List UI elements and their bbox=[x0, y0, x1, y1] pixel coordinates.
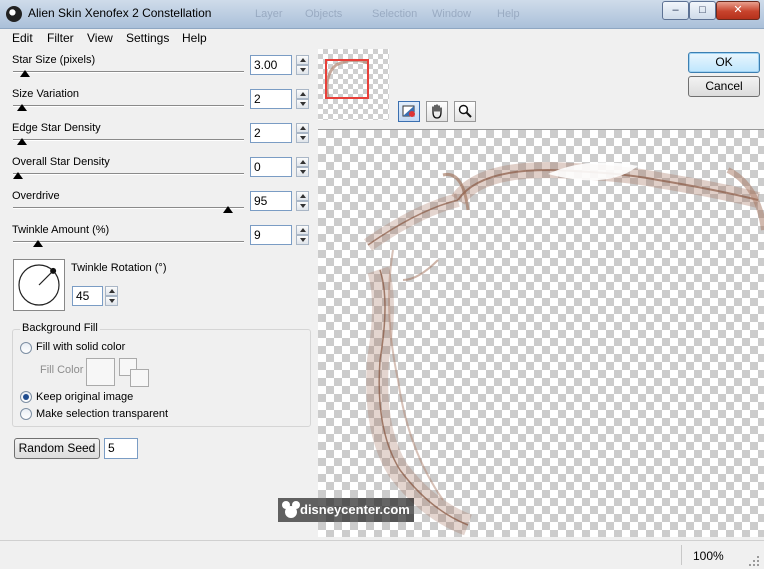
window-title: Alien Skin Xenofex 2 Constellation bbox=[28, 6, 212, 20]
spin-up-icon[interactable] bbox=[296, 191, 309, 201]
spin-down-icon[interactable] bbox=[296, 201, 309, 211]
twinkle-rotation-dial[interactable] bbox=[13, 259, 65, 311]
close-icon: ✕ bbox=[733, 4, 743, 16]
background-fill-title: Background Fill bbox=[20, 322, 100, 334]
title-bar: Alien Skin Xenofex 2 Constellation Layer… bbox=[0, 0, 764, 29]
zoom-level: 100% bbox=[693, 549, 724, 563]
menu-bar: Edit Filter View Settings Help bbox=[0, 29, 764, 48]
mickey-logo-icon bbox=[282, 501, 300, 518]
overall-star-density-label: Overall Star Density bbox=[12, 156, 110, 168]
make-transparent-radio[interactable] bbox=[20, 408, 32, 420]
status-separator bbox=[681, 545, 682, 565]
ok-button[interactable]: OK bbox=[688, 52, 760, 73]
star-size-slider-track[interactable] bbox=[13, 71, 244, 73]
menu-filter[interactable]: Filter bbox=[47, 31, 74, 45]
spin-up-icon[interactable] bbox=[296, 157, 309, 167]
spin-up-icon[interactable] bbox=[296, 225, 309, 235]
ghost-menu-item: Layer bbox=[255, 8, 283, 20]
overdrive-slider-track[interactable] bbox=[13, 207, 244, 209]
status-bar: 100% bbox=[0, 540, 764, 569]
menu-settings[interactable]: Settings bbox=[126, 31, 169, 45]
zoom-tool-button[interactable] bbox=[454, 101, 476, 122]
navigator-selection[interactable] bbox=[325, 59, 369, 99]
preview-canvas[interactable] bbox=[318, 129, 764, 537]
spin-down-icon[interactable] bbox=[296, 235, 309, 245]
spin-down-icon[interactable] bbox=[296, 99, 309, 109]
ghost-menu-item: Selection bbox=[372, 8, 418, 20]
edge-star-density-slider-thumb[interactable] bbox=[17, 138, 28, 145]
hand-tool-button[interactable] bbox=[426, 101, 448, 122]
resize-grip-icon[interactable] bbox=[748, 555, 760, 567]
make-transparent-label[interactable]: Make selection transparent bbox=[36, 408, 168, 420]
keep-original-label[interactable]: Keep original image bbox=[36, 391, 133, 403]
star-size-input[interactable]: 3.00 bbox=[250, 55, 292, 75]
close-button[interactable]: ✕ bbox=[716, 1, 760, 20]
spin-up-icon[interactable] bbox=[105, 286, 118, 296]
star-size-label: Star Size (pixels) bbox=[12, 54, 96, 66]
maximize-button[interactable]: □ bbox=[689, 1, 716, 20]
overall-star-density-slider-thumb[interactable] bbox=[13, 172, 23, 179]
constellation-effect-image bbox=[363, 161, 764, 536]
overdrive-label: Overdrive bbox=[12, 190, 60, 202]
app-icon bbox=[6, 6, 22, 22]
overdrive-slider-thumb[interactable] bbox=[222, 206, 233, 213]
watermark-text: disneycenter.com bbox=[300, 502, 410, 517]
menu-help[interactable]: Help bbox=[182, 31, 207, 45]
twinkle-amount-slider-track[interactable] bbox=[13, 241, 244, 243]
size-variation-label: Size Variation bbox=[12, 88, 80, 100]
edge-star-density-spinner[interactable] bbox=[296, 123, 309, 143]
fill-color-tertiary-swatch[interactable] bbox=[130, 369, 149, 387]
edge-star-density-input[interactable]: 2 bbox=[250, 123, 292, 143]
twinkle-amount-input[interactable]: 9 bbox=[250, 225, 292, 245]
ghost-menu-item: Help bbox=[497, 8, 520, 20]
star-size-spinner[interactable] bbox=[296, 55, 309, 75]
edge-star-density-slider-track[interactable] bbox=[13, 139, 244, 141]
overall-star-density-input[interactable]: 0 bbox=[250, 157, 292, 177]
spin-up-icon[interactable] bbox=[296, 55, 309, 65]
twinkle-amount-spinner[interactable] bbox=[296, 225, 309, 245]
ghost-menu-item: Window bbox=[432, 8, 472, 20]
spin-down-icon[interactable] bbox=[296, 65, 309, 75]
fill-solid-color-radio[interactable] bbox=[20, 342, 32, 354]
overall-star-density-spinner[interactable] bbox=[296, 157, 309, 177]
size-variation-spinner[interactable] bbox=[296, 89, 309, 109]
overdrive-spinner[interactable] bbox=[296, 191, 309, 211]
keep-original-radio[interactable] bbox=[20, 391, 32, 403]
zoom-icon bbox=[458, 104, 472, 118]
twinkle-rotation-input[interactable]: 45 bbox=[72, 286, 103, 306]
size-variation-slider-thumb[interactable] bbox=[17, 104, 28, 111]
fill-color-label: Fill Color bbox=[40, 364, 84, 376]
spin-down-icon[interactable] bbox=[296, 133, 309, 143]
star-size-slider-thumb[interactable] bbox=[19, 70, 30, 77]
twinkle-amount-label: Twinkle Amount (%) bbox=[12, 224, 110, 236]
maximize-icon: □ bbox=[699, 4, 706, 16]
fill-solid-color-label[interactable]: Fill with solid color bbox=[36, 341, 125, 353]
edge-star-density-label: Edge Star Density bbox=[12, 122, 101, 134]
twinkle-rotation-label: Twinkle Rotation (°) bbox=[71, 262, 167, 274]
ghost-menu-item: Objects bbox=[305, 8, 343, 20]
minimize-icon: ‒ bbox=[672, 4, 679, 16]
hand-icon bbox=[432, 104, 442, 119]
compare-icon bbox=[402, 105, 415, 117]
random-seed-button[interactable]: Random Seed bbox=[14, 438, 100, 459]
menu-edit[interactable]: Edit bbox=[12, 31, 33, 45]
spin-up-icon[interactable] bbox=[296, 123, 309, 133]
compare-tool-button[interactable] bbox=[398, 101, 420, 122]
twinkle-amount-slider-thumb[interactable] bbox=[32, 240, 43, 247]
spin-down-icon[interactable] bbox=[296, 167, 309, 177]
overall-star-density-slider-track[interactable] bbox=[13, 173, 244, 175]
twinkle-rotation-spinner[interactable] bbox=[105, 286, 118, 306]
size-variation-input[interactable]: 2 bbox=[250, 89, 292, 109]
fill-color-swatch[interactable] bbox=[86, 358, 115, 386]
spin-down-icon[interactable] bbox=[105, 296, 118, 306]
minimize-button[interactable]: ‒ bbox=[662, 1, 689, 20]
menu-view[interactable]: View bbox=[87, 31, 113, 45]
random-seed-input[interactable]: 5 bbox=[104, 438, 138, 459]
spin-up-icon[interactable] bbox=[296, 89, 309, 99]
size-variation-slider-track[interactable] bbox=[13, 105, 244, 107]
watermark: disneycenter.com bbox=[278, 498, 414, 522]
cancel-button[interactable]: Cancel bbox=[688, 76, 760, 97]
overdrive-input[interactable]: 95 bbox=[250, 191, 292, 211]
